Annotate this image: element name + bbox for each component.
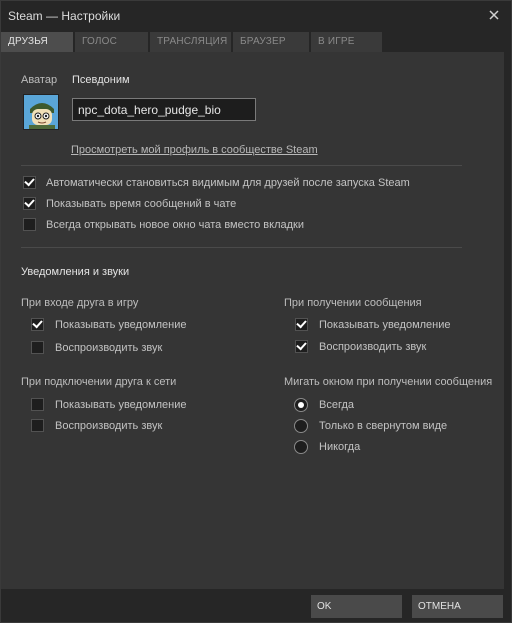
avatar-image [24, 95, 58, 129]
close-icon[interactable] [485, 6, 503, 24]
tab-browser[interactable]: БРАУЗЕР [233, 32, 309, 52]
show-timestamps-checkbox[interactable] [23, 197, 36, 210]
nickname-input[interactable] [72, 98, 256, 121]
flash-window-heading: Мигать окном при получении сообщения [284, 376, 493, 388]
friend-online-play-sound-label[interactable]: Воспроизводить звук [55, 420, 162, 432]
flash-always-radio[interactable] [294, 398, 308, 412]
friend-joins-game-heading: При входе друга в игру [21, 297, 139, 309]
show-timestamps-label[interactable]: Показывать время сообщений в чате [46, 198, 236, 210]
tab-friends[interactable]: ДРУЗЬЯ [1, 32, 73, 52]
auto-visible-label[interactable]: Автоматически становиться видимым для др… [46, 177, 410, 189]
friend-online-show-notification-checkbox[interactable] [31, 398, 44, 411]
avatar[interactable] [23, 94, 59, 130]
open-new-window-checkbox[interactable] [23, 218, 36, 231]
tab-broadcasting[interactable]: ТРАНСЛЯЦИЯ [150, 32, 231, 52]
flash-minimized-radio[interactable] [294, 419, 308, 433]
flash-minimized-label[interactable]: Только в свернутом виде [319, 420, 447, 432]
flash-always-label[interactable]: Всегда [319, 399, 354, 411]
friends-settings-panel: Аватар Псевдоним Просмотреть мой профиль… [1, 52, 504, 589]
friend-online-heading: При подключении друга к сети [21, 376, 177, 388]
window-title: Steam — Настройки [8, 9, 121, 23]
message-play-sound-checkbox[interactable] [295, 340, 308, 353]
settings-window: Steam — Настройки ДРУЗЬЯ ГОЛОС ТРАНСЛЯЦИ… [0, 0, 512, 623]
message-play-sound-label[interactable]: Воспроизводить звук [319, 341, 426, 353]
nickname-label: Псевдоним [72, 74, 130, 86]
friend-joins-play-sound-label[interactable]: Воспроизводить звук [55, 342, 162, 354]
divider [21, 165, 462, 166]
auto-visible-checkbox[interactable] [23, 176, 36, 189]
flash-never-label[interactable]: Никогда [319, 441, 360, 453]
friend-joins-play-sound-checkbox[interactable] [31, 341, 44, 354]
notifications-heading: Уведомления и звуки [21, 266, 130, 278]
flash-never-radio[interactable] [294, 440, 308, 454]
message-show-notification-checkbox[interactable] [295, 318, 308, 331]
friend-online-play-sound-checkbox[interactable] [31, 419, 44, 432]
friend-online-show-notification-label[interactable]: Показывать уведомление [55, 399, 187, 411]
title-bar[interactable]: Steam — Настройки [1, 1, 511, 29]
friend-joins-show-notification-checkbox[interactable] [31, 318, 44, 331]
divider [21, 247, 462, 248]
message-show-notification-label[interactable]: Показывать уведомление [319, 319, 451, 331]
friend-joins-show-notification-label[interactable]: Показывать уведомление [55, 319, 187, 331]
message-received-heading: При получении сообщения [284, 297, 422, 309]
tab-bar: ДРУЗЬЯ ГОЛОС ТРАНСЛЯЦИЯ БРАУЗЕР В ИГРЕ [1, 32, 384, 52]
tab-in-game[interactable]: В ИГРЕ [311, 32, 382, 52]
view-profile-link[interactable]: Просмотреть мой профиль в сообществе Ste… [71, 144, 318, 156]
avatar-label: Аватар [21, 74, 58, 86]
cancel-button[interactable]: ОТМЕНА [412, 595, 503, 618]
tab-voice[interactable]: ГОЛОС [75, 32, 148, 52]
open-new-window-label[interactable]: Всегда открывать новое окно чата вместо … [46, 219, 304, 231]
ok-button[interactable]: OK [311, 595, 402, 618]
